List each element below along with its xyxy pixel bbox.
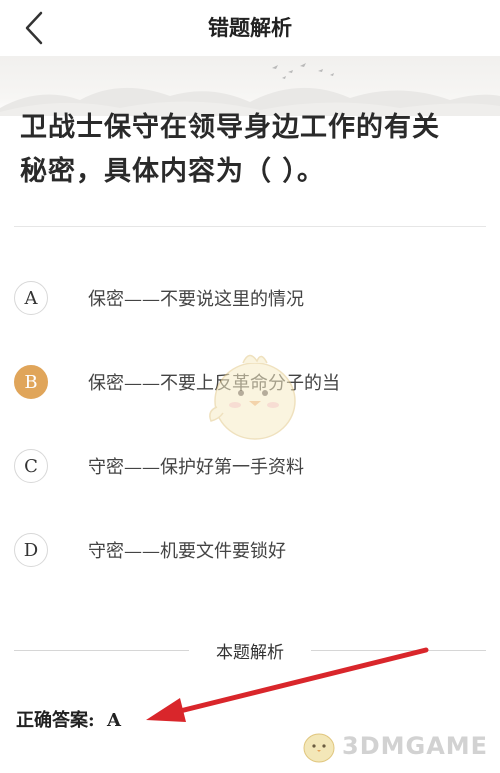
divider <box>14 226 486 227</box>
page-title: 错题解析 <box>208 15 292 40</box>
question-text: 卫战士保守在领导身边工作的有关秘密，具体内容为（ ）。 <box>20 112 440 187</box>
top-bar: 错题解析 <box>0 0 500 56</box>
chick-mascot-icon <box>209 354 296 440</box>
option-text: 守密——机要文件要锁好 <box>88 541 286 562</box>
annotation-arrow-icon <box>146 647 429 722</box>
watermark-text: 3DMGAME <box>342 732 489 760</box>
option-letter: A <box>14 281 48 315</box>
option-text: 守密——保护好第一手资料 <box>88 457 304 478</box>
option-letter: B <box>14 365 48 399</box>
answer-label: 正确答案: <box>16 710 95 731</box>
chick-logo-icon <box>303 733 335 763</box>
option-text: 保密——不要说这里的情况 <box>88 289 304 310</box>
option-letter: D <box>14 533 48 567</box>
watermark: 3DMGAME <box>300 722 496 770</box>
correct-answer: 正确答案: A <box>16 706 121 732</box>
option-a[interactable]: A 保密——不要说这里的情况 <box>14 278 474 318</box>
answer-value: A <box>106 710 121 731</box>
option-letter: C <box>14 449 48 483</box>
option-d[interactable]: D 守密——机要文件要锁好 <box>14 530 474 570</box>
